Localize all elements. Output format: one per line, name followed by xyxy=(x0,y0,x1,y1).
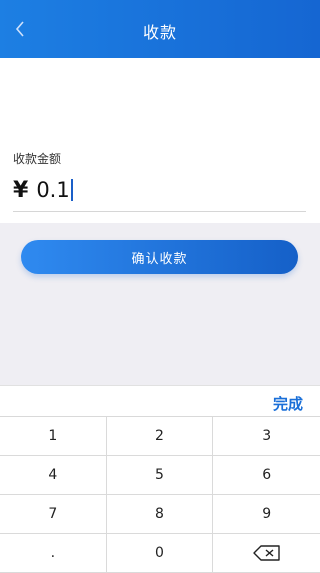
key-4[interactable]: 4 xyxy=(0,456,107,495)
amount-value: 0.1 xyxy=(36,178,70,202)
confirm-payment-button[interactable]: 确认收款 xyxy=(21,240,298,274)
key-9[interactable]: 9 xyxy=(213,495,320,534)
key-5[interactable]: 5 xyxy=(106,456,214,495)
currency-symbol: ¥ xyxy=(13,177,29,203)
key-2[interactable]: 2 xyxy=(106,417,214,456)
key-3[interactable]: 3 xyxy=(213,417,320,456)
text-caret xyxy=(70,179,73,201)
key-decimal[interactable]: . xyxy=(0,534,107,573)
amount-input[interactable]: ¥ 0.1 xyxy=(13,174,73,206)
app-header: 收款 xyxy=(0,0,320,58)
key-delete[interactable] xyxy=(213,534,320,573)
keyboard-done-button[interactable]: 完成 xyxy=(273,393,303,414)
key-6[interactable]: 6 xyxy=(213,456,320,495)
backspace-icon xyxy=(252,545,281,561)
key-1[interactable]: 1 xyxy=(0,417,107,456)
amount-divider xyxy=(13,211,306,212)
key-7[interactable]: 7 xyxy=(0,495,107,534)
key-0[interactable]: 0 xyxy=(106,534,214,573)
numeric-keypad: 1 2 3 4 5 6 7 8 9 . 0 xyxy=(0,416,320,573)
page-title: 收款 xyxy=(142,23,177,42)
amount-label: 收款金额 xyxy=(13,152,62,166)
key-8[interactable]: 8 xyxy=(106,495,214,534)
